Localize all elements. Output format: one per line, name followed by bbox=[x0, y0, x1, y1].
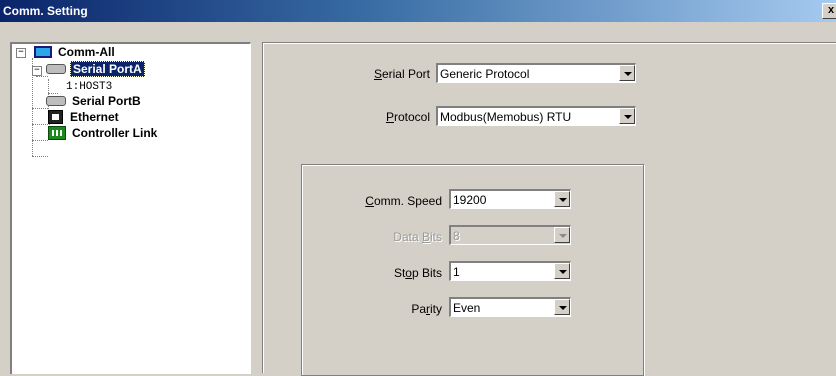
comm-speed-select[interactable]: 19200 bbox=[449, 189, 571, 209]
tree-node-host3[interactable]: 1:HOST3 bbox=[64, 77, 114, 93]
tree-node-controller-link[interactable]: Controller Link bbox=[48, 125, 159, 141]
chevron-down-icon[interactable] bbox=[619, 65, 635, 81]
stop-bits-value: 1 bbox=[453, 265, 460, 279]
title-bar: Comm. Setting x bbox=[0, 0, 836, 22]
controller-link-icon bbox=[48, 126, 66, 140]
tree-node-label: Serial PortB bbox=[72, 94, 141, 108]
serial-port-value: Generic Protocol bbox=[440, 67, 530, 81]
parity-value: Even bbox=[453, 301, 481, 315]
close-icon: x bbox=[827, 4, 835, 16]
chevron-down-icon[interactable] bbox=[619, 108, 635, 124]
serial-port-icon bbox=[46, 64, 66, 74]
stop-bits-label: Stop Bits bbox=[393, 266, 442, 280]
tree-node-serial-portb[interactable]: Serial PortB bbox=[46, 93, 143, 109]
protocol-select[interactable]: Modbus(Memobus) RTU bbox=[436, 106, 636, 126]
parity-label: Parity bbox=[411, 302, 442, 316]
protocol-value: Modbus(Memobus) RTU bbox=[440, 110, 572, 124]
tree-node-label: 1:HOST3 bbox=[66, 81, 113, 93]
comm-speed-value: 19200 bbox=[453, 193, 487, 207]
chevron-down-icon[interactable] bbox=[554, 263, 570, 279]
serial-port-select[interactable]: Generic Protocol bbox=[436, 63, 636, 83]
serial-port-icon bbox=[46, 96, 66, 106]
stop-bits-select[interactable]: 1 bbox=[449, 261, 571, 281]
parity-select[interactable]: Even bbox=[449, 297, 571, 317]
data-bits-value: 8 bbox=[453, 229, 460, 243]
tree-node-label: Comm-All bbox=[58, 45, 115, 59]
chevron-down-icon[interactable] bbox=[554, 191, 570, 207]
tree-node-ethernet[interactable]: Ethernet bbox=[48, 109, 121, 125]
serial-port-label: Serial Port bbox=[373, 67, 430, 81]
tree-node-label: Serial PortA bbox=[70, 61, 145, 77]
ethernet-icon bbox=[48, 110, 63, 124]
window-title: Comm. Setting bbox=[3, 4, 88, 18]
data-bits-select: 8 bbox=[449, 225, 571, 245]
tree-node-serial-porta[interactable]: Serial PortA bbox=[46, 61, 145, 77]
comm-speed-label: Comm. Speed bbox=[365, 194, 442, 208]
monitor-icon bbox=[34, 46, 52, 58]
tree-node-label: Ethernet bbox=[70, 110, 119, 124]
chevron-down-icon[interactable] bbox=[554, 299, 570, 315]
protocol-label: Protocol bbox=[385, 110, 430, 124]
expand-toggle-comm-all[interactable]: − bbox=[16, 48, 26, 58]
close-button[interactable]: x bbox=[822, 3, 836, 19]
tree-node-comm-all[interactable]: Comm-All bbox=[34, 44, 117, 60]
data-bits-label: Data Bits bbox=[393, 230, 442, 244]
chevron-down-icon bbox=[554, 227, 570, 243]
expand-toggle-serial-porta[interactable]: − bbox=[32, 66, 42, 76]
tree-node-label: Controller Link bbox=[72, 126, 158, 140]
comm-tree[interactable]: − Comm-All − Serial PortA 1:HOST3 Serial… bbox=[10, 42, 251, 374]
